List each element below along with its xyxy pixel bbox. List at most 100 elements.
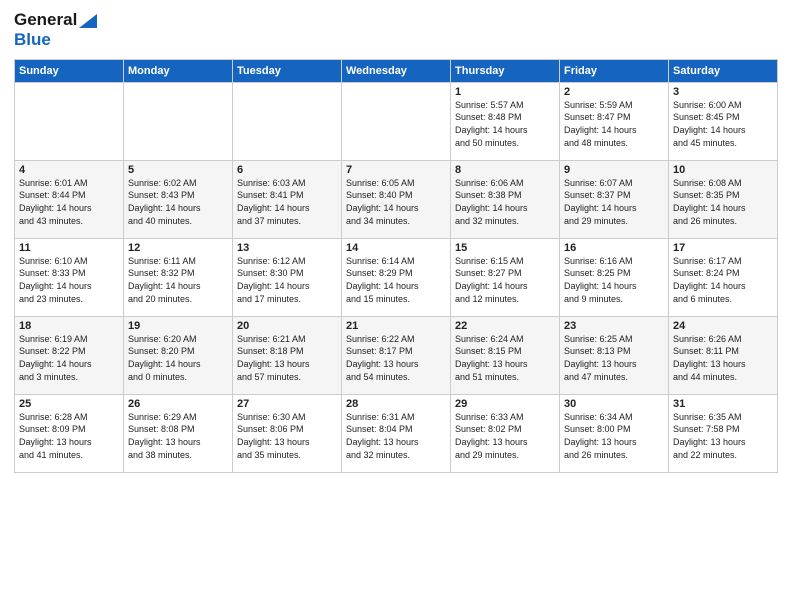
day-content: Sunrise: 6:22 AM Sunset: 8:17 PM Dayligh…	[346, 333, 446, 383]
day-number: 30	[564, 398, 664, 410]
day-content: Sunrise: 6:08 AM Sunset: 8:35 PM Dayligh…	[673, 177, 773, 227]
day-number: 8	[455, 164, 555, 176]
day-number: 9	[564, 164, 664, 176]
day-content: Sunrise: 6:29 AM Sunset: 8:08 PM Dayligh…	[128, 411, 228, 461]
day-number: 10	[673, 164, 773, 176]
day-number: 6	[237, 164, 337, 176]
day-content: Sunrise: 6:10 AM Sunset: 8:33 PM Dayligh…	[19, 255, 119, 305]
calendar-cell: 13Sunrise: 6:12 AM Sunset: 8:30 PM Dayli…	[233, 238, 342, 316]
day-number: 14	[346, 242, 446, 254]
day-number: 22	[455, 320, 555, 332]
day-content: Sunrise: 5:57 AM Sunset: 8:48 PM Dayligh…	[455, 99, 555, 149]
day-number: 19	[128, 320, 228, 332]
calendar-cell: 15Sunrise: 6:15 AM Sunset: 8:27 PM Dayli…	[451, 238, 560, 316]
day-content: Sunrise: 6:25 AM Sunset: 8:13 PM Dayligh…	[564, 333, 664, 383]
calendar-cell: 12Sunrise: 6:11 AM Sunset: 8:32 PM Dayli…	[124, 238, 233, 316]
day-content: Sunrise: 6:31 AM Sunset: 8:04 PM Dayligh…	[346, 411, 446, 461]
day-content: Sunrise: 6:35 AM Sunset: 7:58 PM Dayligh…	[673, 411, 773, 461]
calendar-cell: 19Sunrise: 6:20 AM Sunset: 8:20 PM Dayli…	[124, 316, 233, 394]
calendar-cell: 5Sunrise: 6:02 AM Sunset: 8:43 PM Daylig…	[124, 160, 233, 238]
calendar-cell: 17Sunrise: 6:17 AM Sunset: 8:24 PM Dayli…	[669, 238, 778, 316]
logo: General Blue	[14, 10, 97, 51]
calendar-cell: 4Sunrise: 6:01 AM Sunset: 8:44 PM Daylig…	[15, 160, 124, 238]
day-content: Sunrise: 6:11 AM Sunset: 8:32 PM Dayligh…	[128, 255, 228, 305]
logo-general: General	[14, 10, 97, 30]
day-content: Sunrise: 6:06 AM Sunset: 8:38 PM Dayligh…	[455, 177, 555, 227]
calendar-cell: 6Sunrise: 6:03 AM Sunset: 8:41 PM Daylig…	[233, 160, 342, 238]
day-number: 28	[346, 398, 446, 410]
day-number: 31	[673, 398, 773, 410]
day-number: 17	[673, 242, 773, 254]
day-number: 24	[673, 320, 773, 332]
calendar-table: SundayMondayTuesdayWednesdayThursdayFrid…	[14, 59, 778, 473]
day-content: Sunrise: 6:20 AM Sunset: 8:20 PM Dayligh…	[128, 333, 228, 383]
calendar-cell: 27Sunrise: 6:30 AM Sunset: 8:06 PM Dayli…	[233, 394, 342, 472]
day-content: Sunrise: 6:19 AM Sunset: 8:22 PM Dayligh…	[19, 333, 119, 383]
day-header-wednesday: Wednesday	[342, 59, 451, 82]
calendar-cell: 10Sunrise: 6:08 AM Sunset: 8:35 PM Dayli…	[669, 160, 778, 238]
day-content: Sunrise: 6:02 AM Sunset: 8:43 PM Dayligh…	[128, 177, 228, 227]
day-content: Sunrise: 6:34 AM Sunset: 8:00 PM Dayligh…	[564, 411, 664, 461]
day-content: Sunrise: 5:59 AM Sunset: 8:47 PM Dayligh…	[564, 99, 664, 149]
calendar-cell	[124, 82, 233, 160]
day-content: Sunrise: 6:01 AM Sunset: 8:44 PM Dayligh…	[19, 177, 119, 227]
calendar-cell: 14Sunrise: 6:14 AM Sunset: 8:29 PM Dayli…	[342, 238, 451, 316]
calendar-cell: 23Sunrise: 6:25 AM Sunset: 8:13 PM Dayli…	[560, 316, 669, 394]
calendar-cell	[342, 82, 451, 160]
day-number: 3	[673, 86, 773, 98]
calendar-cell: 25Sunrise: 6:28 AM Sunset: 8:09 PM Dayli…	[15, 394, 124, 472]
calendar-cell: 16Sunrise: 6:16 AM Sunset: 8:25 PM Dayli…	[560, 238, 669, 316]
calendar-cell: 22Sunrise: 6:24 AM Sunset: 8:15 PM Dayli…	[451, 316, 560, 394]
day-number: 25	[19, 398, 119, 410]
calendar-cell: 21Sunrise: 6:22 AM Sunset: 8:17 PM Dayli…	[342, 316, 451, 394]
day-content: Sunrise: 6:24 AM Sunset: 8:15 PM Dayligh…	[455, 333, 555, 383]
day-number: 5	[128, 164, 228, 176]
page-header: General Blue	[14, 10, 778, 51]
calendar-cell: 28Sunrise: 6:31 AM Sunset: 8:04 PM Dayli…	[342, 394, 451, 472]
day-content: Sunrise: 6:00 AM Sunset: 8:45 PM Dayligh…	[673, 99, 773, 149]
calendar-cell: 20Sunrise: 6:21 AM Sunset: 8:18 PM Dayli…	[233, 316, 342, 394]
day-number: 12	[128, 242, 228, 254]
day-content: Sunrise: 6:30 AM Sunset: 8:06 PM Dayligh…	[237, 411, 337, 461]
calendar-cell: 1Sunrise: 5:57 AM Sunset: 8:48 PM Daylig…	[451, 82, 560, 160]
calendar-cell: 24Sunrise: 6:26 AM Sunset: 8:11 PM Dayli…	[669, 316, 778, 394]
day-content: Sunrise: 6:07 AM Sunset: 8:37 PM Dayligh…	[564, 177, 664, 227]
day-content: Sunrise: 6:05 AM Sunset: 8:40 PM Dayligh…	[346, 177, 446, 227]
calendar-cell: 18Sunrise: 6:19 AM Sunset: 8:22 PM Dayli…	[15, 316, 124, 394]
day-number: 16	[564, 242, 664, 254]
logo-container: General Blue	[14, 10, 97, 51]
day-number: 4	[19, 164, 119, 176]
day-number: 29	[455, 398, 555, 410]
logo-blue: Blue	[14, 30, 97, 50]
day-number: 18	[19, 320, 119, 332]
day-number: 27	[237, 398, 337, 410]
day-number: 13	[237, 242, 337, 254]
day-content: Sunrise: 6:15 AM Sunset: 8:27 PM Dayligh…	[455, 255, 555, 305]
day-content: Sunrise: 6:17 AM Sunset: 8:24 PM Dayligh…	[673, 255, 773, 305]
day-content: Sunrise: 6:16 AM Sunset: 8:25 PM Dayligh…	[564, 255, 664, 305]
calendar-cell: 7Sunrise: 6:05 AM Sunset: 8:40 PM Daylig…	[342, 160, 451, 238]
day-content: Sunrise: 6:28 AM Sunset: 8:09 PM Dayligh…	[19, 411, 119, 461]
day-header-monday: Monday	[124, 59, 233, 82]
calendar-cell: 31Sunrise: 6:35 AM Sunset: 7:58 PM Dayli…	[669, 394, 778, 472]
day-number: 20	[237, 320, 337, 332]
calendar-cell: 8Sunrise: 6:06 AM Sunset: 8:38 PM Daylig…	[451, 160, 560, 238]
calendar-cell: 2Sunrise: 5:59 AM Sunset: 8:47 PM Daylig…	[560, 82, 669, 160]
day-header-saturday: Saturday	[669, 59, 778, 82]
day-content: Sunrise: 6:12 AM Sunset: 8:30 PM Dayligh…	[237, 255, 337, 305]
calendar-cell: 26Sunrise: 6:29 AM Sunset: 8:08 PM Dayli…	[124, 394, 233, 472]
day-number: 1	[455, 86, 555, 98]
calendar-cell: 29Sunrise: 6:33 AM Sunset: 8:02 PM Dayli…	[451, 394, 560, 472]
calendar-cell: 11Sunrise: 6:10 AM Sunset: 8:33 PM Dayli…	[15, 238, 124, 316]
day-number: 21	[346, 320, 446, 332]
calendar-cell	[233, 82, 342, 160]
day-number: 15	[455, 242, 555, 254]
day-number: 7	[346, 164, 446, 176]
day-header-friday: Friday	[560, 59, 669, 82]
day-number: 26	[128, 398, 228, 410]
day-header-thursday: Thursday	[451, 59, 560, 82]
day-number: 2	[564, 86, 664, 98]
calendar-cell: 9Sunrise: 6:07 AM Sunset: 8:37 PM Daylig…	[560, 160, 669, 238]
calendar-cell: 30Sunrise: 6:34 AM Sunset: 8:00 PM Dayli…	[560, 394, 669, 472]
day-content: Sunrise: 6:33 AM Sunset: 8:02 PM Dayligh…	[455, 411, 555, 461]
